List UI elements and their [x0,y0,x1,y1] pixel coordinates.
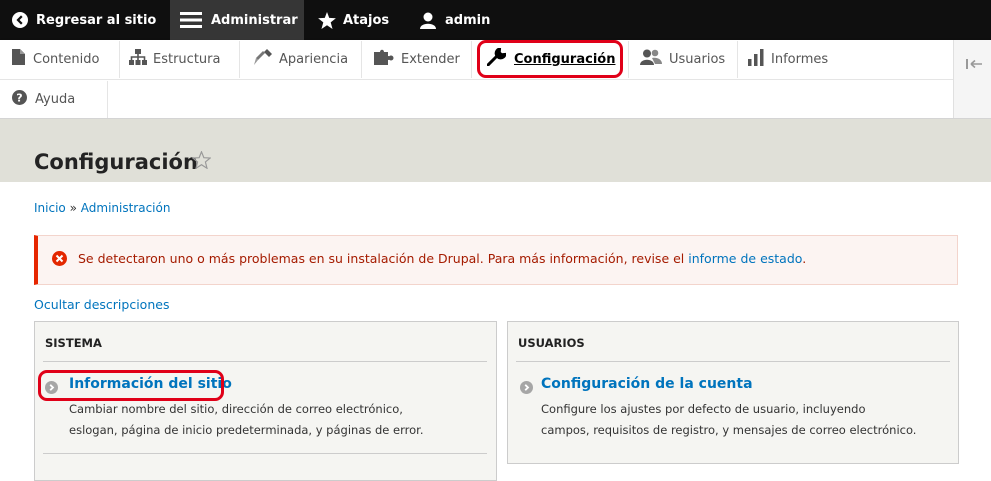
site-information-description: Cambiar nombre del sitio, dirección de c… [69,399,423,441]
shortcuts-button[interactable]: Atajos [318,0,389,40]
sitemap-icon [129,49,147,69]
chevron-circle-left-icon [12,12,28,28]
back-to-site-link[interactable]: Regresar al sitio [12,0,156,40]
tray-item-reports[interactable]: Informes [748,40,828,78]
breadcrumb-home[interactable]: Inicio [34,201,66,215]
hamburger-icon [180,12,202,28]
error-text: Se detectaron uno o más problemas en su … [78,251,806,266]
tray-item-extend[interactable]: Extender [374,40,460,78]
account-settings-link[interactable]: Configuración de la cuenta [541,376,753,392]
error-text-body: Se detectaron uno o más problemas en su … [78,251,685,266]
tray-item-configuration[interactable]: Configuración [486,40,616,78]
breadcrumb: Inicio » Administración [34,201,170,215]
tray-item-label: Configuración [514,51,616,67]
status-report-link[interactable]: informe de estado [688,251,802,266]
svg-text:?: ? [16,91,22,104]
description-line: Cambiar nombre del sitio, dirección de c… [69,402,403,416]
admin-toolbar: Regresar al sitio Administrar Atajos adm… [0,0,991,40]
user-label: admin [445,12,491,28]
shortcuts-label: Atajos [343,12,390,28]
paint-brush-icon [254,49,272,69]
breadcrumb-admin[interactable]: Administración [81,201,171,215]
description-line: Configure los ajustes por defecto de usu… [541,402,866,416]
tray-item-content[interactable]: Contenido [12,40,99,78]
hide-descriptions-link[interactable]: Ocultar descripciones [34,297,169,312]
account-settings-description: Configure los ajustes por defecto de usu… [541,399,916,441]
error-text-suffix: . [802,251,807,266]
site-information-link[interactable]: Información del sitio [69,376,232,392]
error-message: Se detectaron uno o más problemas en su … [34,235,958,285]
tray-item-label: Informes [771,51,829,67]
breadcrumb-separator: » [69,201,77,215]
tray-item-label: Ayuda [35,91,76,107]
back-to-site-label: Regresar al sitio [36,12,157,28]
circle-arrow-icon [520,379,533,398]
panel-title: SISTEMA [45,336,102,350]
bar-chart-icon [748,48,764,70]
star-outline-icon[interactable] [191,150,212,173]
tray-item-label: Usuarios [669,51,726,67]
panel-title: USUARIOS [518,336,585,350]
wrench-icon [486,47,507,70]
manage-button[interactable]: Administrar [170,0,304,40]
page-title: Configuración [34,150,198,174]
user-button[interactable]: admin [420,0,490,40]
panel-sistema: SISTEMA Información del sitio Cambiar no… [34,321,497,481]
tray-orientation-toggle[interactable] [953,40,991,118]
circle-arrow-icon [45,379,58,398]
description-line: campos, requisitos de registro, y mensaj… [541,423,917,437]
tray-item-appearance[interactable]: Apariencia [254,40,348,78]
tray-item-label: Apariencia [279,51,349,67]
manage-label: Administrar [211,12,298,28]
users-icon [640,49,662,69]
tray-item-structure[interactable]: Estructura [129,40,220,78]
star-icon [318,11,336,29]
file-icon [12,49,25,69]
puzzle-icon [374,49,394,69]
tray-item-label: Contenido [33,51,100,67]
tray-item-help[interactable]: ? Ayuda [12,80,75,118]
tray-item-label: Extender [401,51,460,67]
collapse-arrow-icon [966,54,982,73]
question-icon: ? [12,89,27,109]
error-icon [52,251,67,270]
user-icon [420,12,436,29]
description-line: eslogan, página de inicio predeterminada… [69,423,424,437]
admin-tray: Contenido Estructura Apariencia Extender… [0,40,991,119]
tray-item-users[interactable]: Usuarios [640,40,725,78]
panel-usuarios: USUARIOS Configuración de la cuenta Conf… [507,321,959,464]
tray-item-label: Estructura [153,51,221,67]
